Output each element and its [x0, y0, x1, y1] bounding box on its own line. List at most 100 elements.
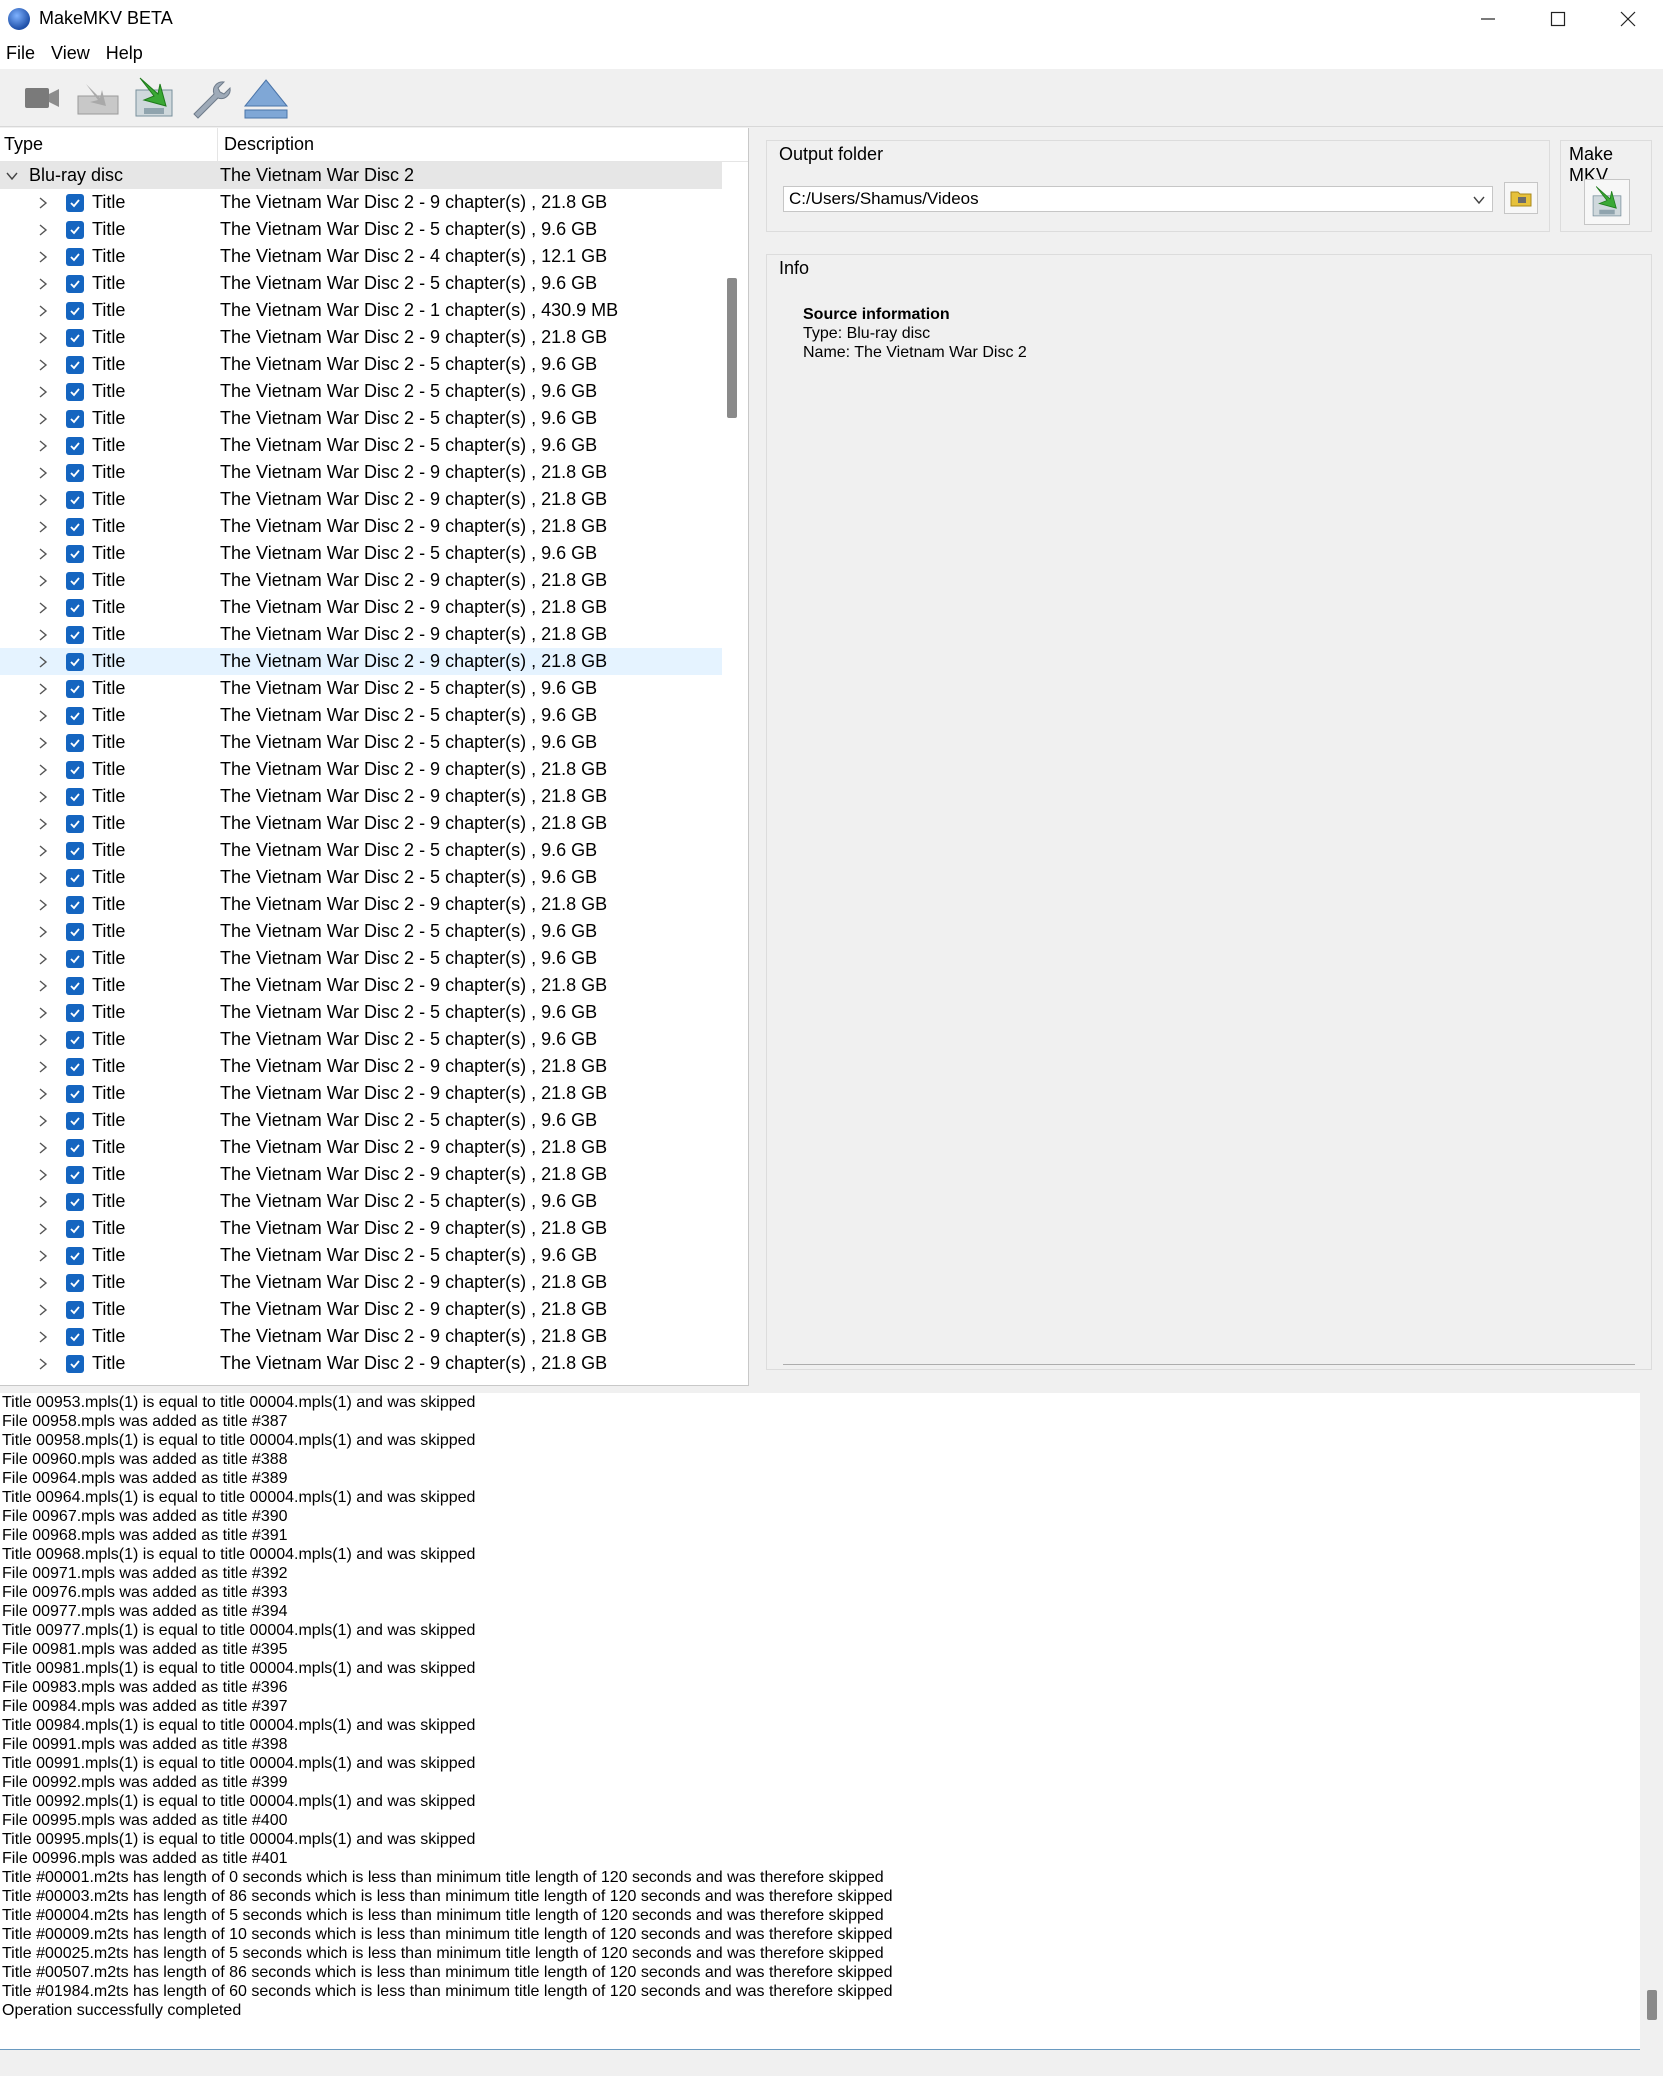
chevron-right-icon[interactable]: [36, 1087, 50, 1101]
title-checkbox[interactable]: [66, 544, 84, 563]
make-mkv-button[interactable]: [1584, 179, 1630, 225]
chevron-right-icon[interactable]: [36, 1330, 50, 1344]
chevron-right-icon[interactable]: [36, 520, 50, 534]
title-checkbox[interactable]: [66, 463, 84, 482]
title-checkbox[interactable]: [66, 1300, 84, 1319]
chevron-right-icon[interactable]: [36, 439, 50, 453]
title-checkbox[interactable]: [66, 382, 84, 401]
tree-title-row[interactable]: Title The Vietnam War Disc 2 - 5 chapter(…: [0, 270, 722, 297]
chevron-right-icon[interactable]: [36, 601, 50, 615]
chevron-right-icon[interactable]: [36, 1006, 50, 1020]
title-checkbox[interactable]: [66, 895, 84, 914]
title-checkbox[interactable]: [66, 274, 84, 293]
open-files-button[interactable]: [72, 72, 124, 124]
tree-title-row[interactable]: Title The Vietnam War Disc 2 - 5 chapter(…: [0, 1188, 722, 1215]
chevron-right-icon[interactable]: [36, 385, 50, 399]
tree-title-row[interactable]: Title The Vietnam War Disc 2 - 5 chapter(…: [0, 864, 722, 891]
tree-title-row[interactable]: Title The Vietnam War Disc 2 - 9 chapter(…: [0, 891, 722, 918]
menu-view[interactable]: View: [45, 43, 98, 64]
menu-help[interactable]: Help: [100, 43, 151, 64]
tree-title-row[interactable]: Title The Vietnam War Disc 2 - 9 chapter(…: [0, 486, 722, 513]
title-checkbox[interactable]: [66, 1273, 84, 1292]
title-checkbox[interactable]: [66, 1327, 84, 1346]
title-checkbox[interactable]: [66, 949, 84, 968]
tree-title-row[interactable]: Title The Vietnam War Disc 2 - 9 chapter(…: [0, 1269, 722, 1296]
tree-title-row[interactable]: Title The Vietnam War Disc 2 - 9 chapter(…: [0, 594, 722, 621]
title-checkbox[interactable]: [66, 247, 84, 266]
tree-title-row[interactable]: Title The Vietnam War Disc 2 - 1 chapter(…: [0, 297, 722, 324]
chevron-right-icon[interactable]: [36, 574, 50, 588]
tree-title-row[interactable]: Title The Vietnam War Disc 2 - 9 chapter(…: [0, 783, 722, 810]
tree-title-row[interactable]: Title The Vietnam War Disc 2 - 5 chapter(…: [0, 918, 722, 945]
chevron-right-icon[interactable]: [36, 1195, 50, 1209]
chevron-right-icon[interactable]: [36, 682, 50, 696]
minimize-button[interactable]: [1453, 0, 1523, 37]
chevron-right-icon[interactable]: [36, 790, 50, 804]
chevron-right-icon[interactable]: [36, 250, 50, 264]
tree-title-row[interactable]: Title The Vietnam War Disc 2 - 5 chapter(…: [0, 405, 722, 432]
chevron-right-icon[interactable]: [36, 277, 50, 291]
title-checkbox[interactable]: [66, 652, 84, 671]
chevron-right-icon[interactable]: [36, 736, 50, 750]
title-checkbox[interactable]: [66, 301, 84, 320]
chevron-right-icon[interactable]: [36, 1141, 50, 1155]
title-checkbox[interactable]: [66, 1138, 84, 1157]
tree-title-row[interactable]: Title The Vietnam War Disc 2 - 9 chapter(…: [0, 810, 722, 837]
column-header-description[interactable]: Description: [218, 134, 314, 155]
close-button[interactable]: [1593, 0, 1663, 37]
browse-folder-button[interactable]: [1504, 182, 1538, 214]
chevron-right-icon[interactable]: [36, 871, 50, 885]
title-checkbox[interactable]: [66, 436, 84, 455]
title-checkbox[interactable]: [66, 1354, 84, 1373]
title-checkbox[interactable]: [66, 733, 84, 752]
title-tree[interactable]: Type Description Blu-ray disc The Vietna…: [0, 128, 749, 1386]
tree-title-row[interactable]: Title The Vietnam War Disc 2 - 9 chapter(…: [0, 1053, 722, 1080]
tree-title-row[interactable]: Title The Vietnam War Disc 2 - 9 chapter(…: [0, 513, 722, 540]
tree-title-row[interactable]: Title The Vietnam War Disc 2 - 9 chapter(…: [0, 1161, 722, 1188]
title-checkbox[interactable]: [66, 1192, 84, 1211]
tree-title-row[interactable]: Title The Vietnam War Disc 2 - 5 chapter(…: [0, 999, 722, 1026]
title-checkbox[interactable]: [66, 976, 84, 995]
log-scrollbar-thumb[interactable]: [1647, 1990, 1657, 2020]
title-checkbox[interactable]: [66, 193, 84, 212]
tree-title-row[interactable]: Title The Vietnam War Disc 2 - 9 chapter(…: [0, 189, 722, 216]
eject-button[interactable]: [240, 72, 292, 124]
title-checkbox[interactable]: [66, 922, 84, 941]
title-checkbox[interactable]: [66, 706, 84, 725]
title-checkbox[interactable]: [66, 598, 84, 617]
column-header-type[interactable]: Type: [0, 128, 218, 161]
tree-root-row[interactable]: Blu-ray disc The Vietnam War Disc 2: [0, 162, 722, 189]
title-checkbox[interactable]: [66, 355, 84, 374]
tree-title-row[interactable]: Title The Vietnam War Disc 2 - 9 chapter(…: [0, 1296, 722, 1323]
chevron-right-icon[interactable]: [36, 493, 50, 507]
chevron-right-icon[interactable]: [36, 358, 50, 372]
title-checkbox[interactable]: [66, 679, 84, 698]
title-checkbox[interactable]: [66, 1111, 84, 1130]
chevron-right-icon[interactable]: [36, 898, 50, 912]
tree-title-row[interactable]: Title The Vietnam War Disc 2 - 5 chapter(…: [0, 729, 722, 756]
title-checkbox[interactable]: [66, 760, 84, 779]
tree-title-row[interactable]: Title The Vietnam War Disc 2 - 5 chapter(…: [0, 1107, 722, 1134]
settings-button[interactable]: [184, 72, 236, 124]
title-checkbox[interactable]: [66, 1165, 84, 1184]
title-checkbox[interactable]: [66, 868, 84, 887]
maximize-button[interactable]: [1523, 0, 1593, 37]
chevron-right-icon[interactable]: [36, 1357, 50, 1371]
tree-title-row[interactable]: Title The Vietnam War Disc 2 - 9 chapter(…: [0, 1323, 722, 1350]
chevron-right-icon[interactable]: [36, 628, 50, 642]
title-checkbox[interactable]: [66, 841, 84, 860]
title-checkbox[interactable]: [66, 1084, 84, 1103]
chevron-right-icon[interactable]: [36, 925, 50, 939]
chevron-right-icon[interactable]: [36, 709, 50, 723]
tree-title-row[interactable]: Title The Vietnam War Disc 2 - 5 chapter(…: [0, 945, 722, 972]
tree-title-row[interactable]: Title The Vietnam War Disc 2 - 9 chapter(…: [0, 567, 722, 594]
chevron-right-icon[interactable]: [36, 817, 50, 831]
menu-file[interactable]: File: [0, 43, 43, 64]
tree-title-row[interactable]: Title The Vietnam War Disc 2 - 5 chapter(…: [0, 216, 722, 243]
tree-title-row[interactable]: Title The Vietnam War Disc 2 - 9 chapter(…: [0, 1134, 722, 1161]
title-checkbox[interactable]: [66, 787, 84, 806]
chevron-right-icon[interactable]: [36, 979, 50, 993]
chevron-right-icon[interactable]: [36, 655, 50, 669]
chevron-right-icon[interactable]: [36, 466, 50, 480]
title-checkbox[interactable]: [66, 1219, 84, 1238]
